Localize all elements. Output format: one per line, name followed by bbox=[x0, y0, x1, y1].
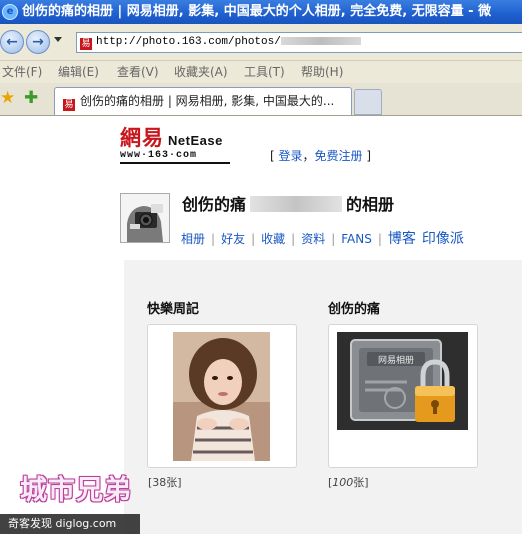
avatar[interactable] bbox=[120, 193, 170, 243]
nav-fans[interactable]: FANS bbox=[341, 232, 372, 246]
menu-bar: 文件(F) 编辑(E) 查看(V) 收藏夹(A) 工具(T) 帮助(H) bbox=[0, 61, 522, 83]
nav-profile[interactable]: 资料 bbox=[301, 230, 325, 247]
navigation-toolbar: ← → 易 http://photo.163.com/photos/ bbox=[0, 24, 522, 61]
album-count-1: [38张] bbox=[148, 476, 182, 489]
nav-divider: | bbox=[211, 232, 216, 246]
owner-name: 创伤的痛 bbox=[182, 195, 247, 214]
lock-album-text: 网易相册 bbox=[378, 354, 414, 366]
locked-album-image: 网易相册 bbox=[337, 332, 468, 430]
nav-divider: | bbox=[291, 232, 296, 246]
album-title-1[interactable]: 快樂周記 bbox=[147, 298, 199, 317]
forward-arrow-icon[interactable]: → bbox=[26, 30, 50, 54]
nav-album[interactable]: 相册 bbox=[181, 230, 205, 247]
add-favorite-icon[interactable]: ✚ bbox=[24, 89, 38, 107]
profile-nav: 相册 | 好友 | 收藏 | 资料 | FANS | 博客 印像派 bbox=[181, 228, 464, 248]
window-title-bar[interactable]: e 创伤的痛的相册 | 网易相册, 影集, 中国最大的个人相册, 完全免费, 无限… bbox=[0, 0, 522, 24]
nav-divider: | bbox=[377, 232, 382, 246]
album-suffix: 的相册 bbox=[346, 195, 395, 214]
login-link[interactable]: 登录 bbox=[279, 149, 303, 163]
logo-underline bbox=[120, 162, 230, 164]
nav-favorites[interactable]: 收藏 bbox=[261, 230, 285, 247]
netease-logo-en: NetEase bbox=[168, 133, 223, 148]
history-dropdown-icon[interactable] bbox=[54, 37, 62, 42]
locked-album-cover[interactable]: 网易相册 bbox=[337, 332, 468, 430]
count-close: 张] bbox=[353, 476, 369, 489]
login-bracket-open: [ bbox=[270, 149, 279, 163]
address-url: http://photo.163.com/photos/ bbox=[96, 36, 281, 48]
address-bar[interactable]: 易 http://photo.163.com/photos/ bbox=[76, 32, 522, 53]
count-number: 100 bbox=[332, 476, 354, 489]
tab-favicon-icon: 易 bbox=[63, 99, 75, 111]
menu-edit[interactable]: 编辑(E) bbox=[58, 61, 99, 83]
tab-label: 创伤的痛的相册 | 网易相册, 影集, 中国最大的... bbox=[80, 94, 335, 108]
avatar-camera-image bbox=[121, 194, 169, 242]
menu-view[interactable]: 查看(V) bbox=[117, 61, 159, 83]
address-redacted bbox=[280, 37, 361, 46]
nav-friends[interactable]: 好友 bbox=[221, 230, 245, 247]
favorites-star-icon[interactable]: ★ bbox=[0, 89, 15, 107]
ie-logo-icon: e bbox=[2, 4, 18, 20]
login-separator: ， bbox=[302, 149, 315, 163]
owner-name-redacted bbox=[250, 196, 343, 212]
nav-yinxiangpai[interactable]: 印像派 bbox=[422, 228, 464, 248]
window-title: 创伤的痛的相册 | 网易相册, 影集, 中国最大的个人相册, 完全免费, 无限容… bbox=[22, 4, 492, 19]
watermark-text: 城市兄弟 bbox=[20, 475, 132, 506]
site-favicon-icon: 易 bbox=[80, 38, 92, 50]
tab-bar: ★ ✚ 易创伤的痛的相册 | 网易相册, 影集, 中国最大的... bbox=[0, 83, 522, 116]
menu-help[interactable]: 帮助(H) bbox=[301, 61, 343, 83]
menu-tools[interactable]: 工具(T) bbox=[244, 61, 285, 83]
back-arrow-icon[interactable]: ← bbox=[0, 30, 24, 54]
menu-favorites[interactable]: 收藏夹(A) bbox=[174, 61, 228, 83]
nav-blog[interactable]: 博客 bbox=[388, 228, 416, 248]
tab-active[interactable]: 易创伤的痛的相册 | 网易相册, 影集, 中国最大的... bbox=[54, 87, 352, 115]
netease-logo-url: www·163·com bbox=[120, 150, 198, 161]
nav-divider: | bbox=[331, 232, 336, 246]
page-title: 创伤的痛 的相册 bbox=[182, 191, 394, 215]
netease-logo-cn[interactable]: 網易 bbox=[120, 126, 164, 150]
login-bracket-close: ] bbox=[362, 149, 372, 163]
new-tab-button[interactable] bbox=[354, 89, 382, 115]
nav-divider: | bbox=[251, 232, 256, 246]
register-link[interactable]: 免费注册 bbox=[315, 149, 363, 163]
album-cover-image bbox=[173, 332, 270, 461]
album-title-2[interactable]: 创伤的痛 bbox=[328, 298, 380, 317]
album-cover-photo[interactable] bbox=[173, 332, 270, 461]
album-count-2: [100张] bbox=[328, 474, 369, 490]
credit-bar: 奇客发现 diglog.com bbox=[0, 514, 140, 534]
menu-file[interactable]: 文件(F) bbox=[2, 61, 42, 83]
login-links: [ 登录，免费注册 ] bbox=[270, 147, 371, 164]
